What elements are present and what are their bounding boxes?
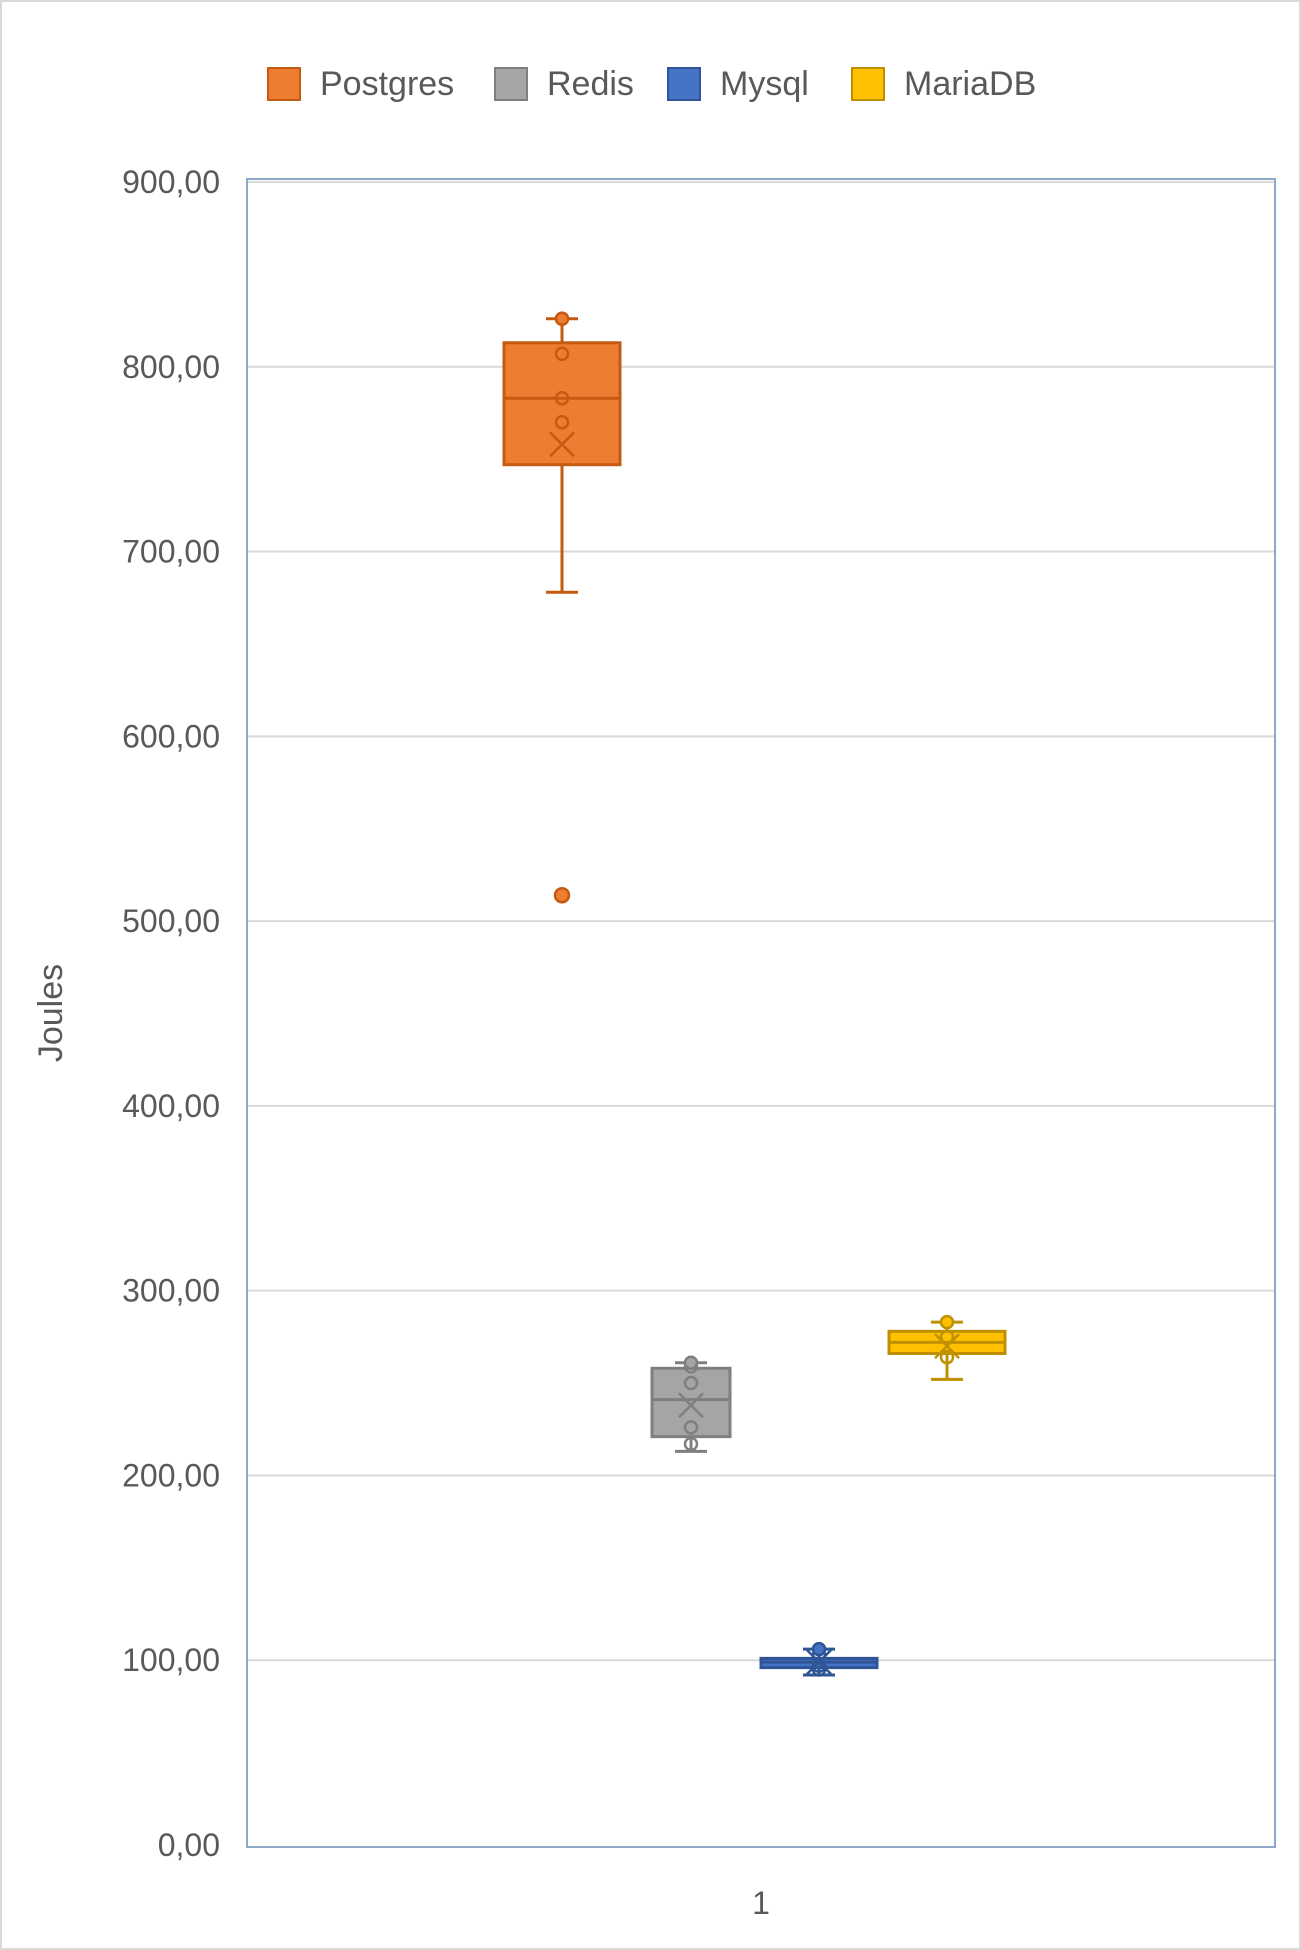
legend-swatch [494,67,528,101]
max-point [683,1355,699,1370]
legend-label: Redis [547,65,634,103]
x-axis-category-label: 1 [752,1885,770,1921]
y-tick-label: 0,00 [158,1827,220,1863]
y-tick-label: 300,00 [122,1273,220,1309]
outlier-point [553,886,571,904]
y-tick-label: 100,00 [122,1642,220,1678]
legend-swatch [667,67,701,101]
y-tick-label: 800,00 [122,349,220,385]
max-point [939,1314,955,1330]
y-tick-label: 900,00 [122,164,220,200]
max-point [811,1641,827,1657]
box-redis [650,1355,732,1453]
box-plot-chart: Postgres Redis Mysql MariaDB 0,00 100,00 200,… [0,0,1301,1950]
legend-swatch [267,67,301,101]
max-point [554,311,570,326]
y-axis-label: Joules [32,964,70,1062]
y-tick-label: 700,00 [122,534,220,570]
legend-label: Mysql [720,65,809,103]
y-tick-label: 500,00 [122,903,220,939]
y-tick-label: 600,00 [122,718,220,754]
legend-label: Postgres [320,65,454,103]
y-tick-label: 400,00 [122,1088,220,1124]
y-tick-label: 200,00 [122,1457,220,1493]
legend-label: MariaDB [904,65,1036,103]
legend-swatch [851,67,885,101]
box-body [650,1366,732,1439]
